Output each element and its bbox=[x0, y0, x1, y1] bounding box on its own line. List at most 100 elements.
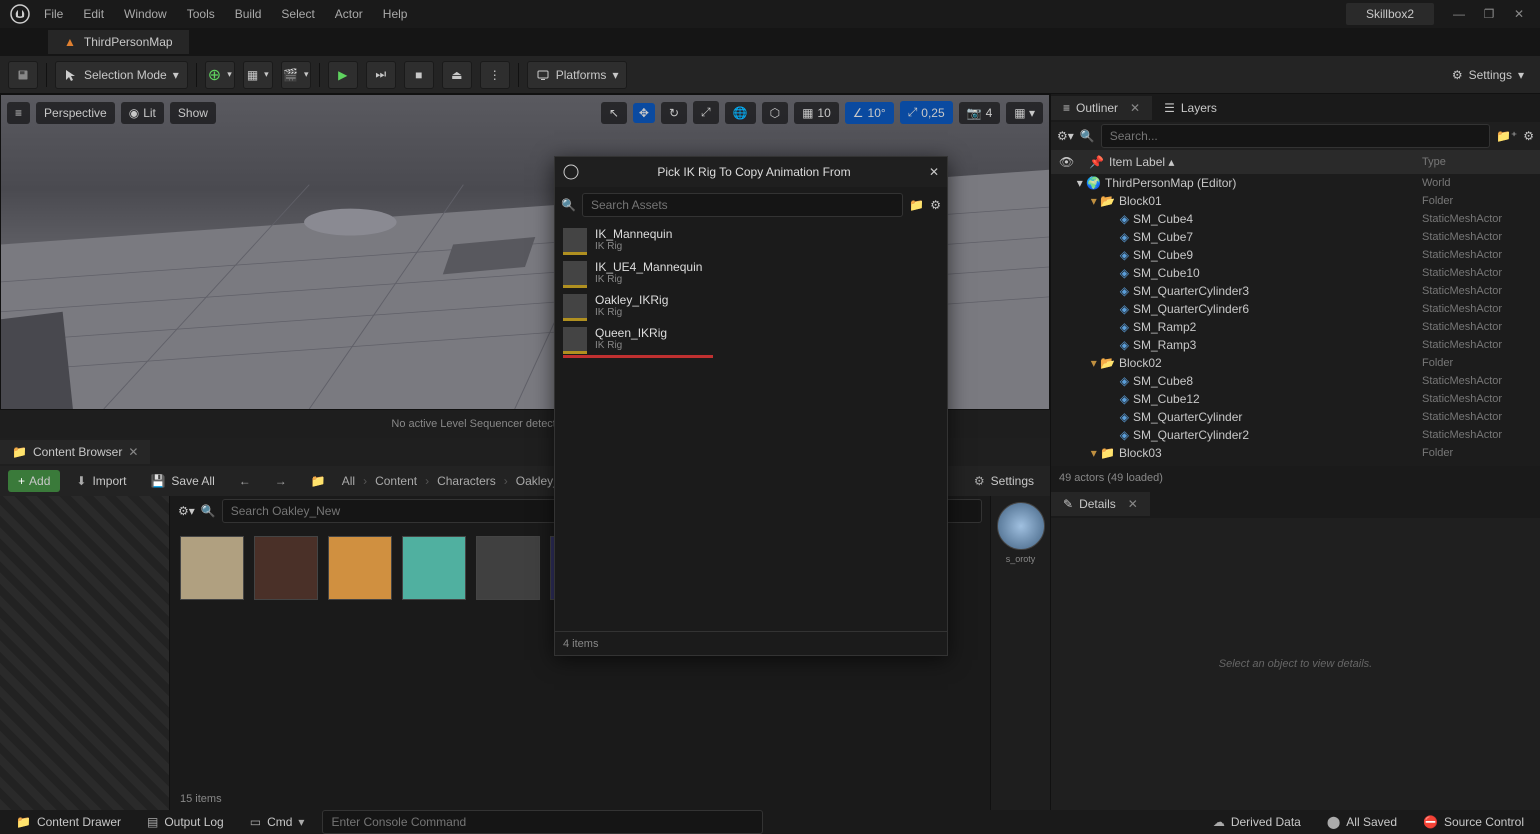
document-tab[interactable]: ▲ ThirdPersonMap bbox=[48, 30, 189, 54]
outliner-row[interactable]: ◈SM_Cube8StaticMeshActor bbox=[1051, 372, 1540, 390]
select-tool[interactable]: ↖ bbox=[601, 102, 627, 124]
menu-file[interactable]: File bbox=[34, 3, 73, 25]
sources-panel[interactable] bbox=[0, 496, 170, 810]
close-button[interactable]: ✕ bbox=[1504, 7, 1534, 21]
rig-list-item[interactable]: IK_MannequinIK Rig bbox=[555, 223, 947, 256]
angle-snap-button[interactable]: ∠ 10° bbox=[845, 102, 894, 124]
outliner-row[interactable]: ◈SM_Ramp3StaticMeshActor bbox=[1051, 336, 1540, 354]
viewport-lit-button[interactable]: ◉ Lit bbox=[121, 102, 164, 124]
unreal-logo[interactable] bbox=[6, 0, 34, 28]
path-all[interactable]: All bbox=[342, 474, 355, 488]
coord-space-button[interactable]: 🌐 bbox=[725, 102, 756, 124]
user-badge[interactable]: Skillbox2 bbox=[1346, 3, 1434, 25]
asset-tile[interactable] bbox=[180, 536, 244, 626]
rig-list-item[interactable]: Queen_IKRigIK Rig bbox=[555, 322, 947, 355]
platforms-button[interactable]: Platforms ▾ bbox=[527, 61, 628, 89]
cinematics-button[interactable]: 🎬▾ bbox=[281, 61, 311, 89]
scale-tool[interactable]: ⤢ bbox=[693, 101, 719, 124]
save-all-button[interactable]: 💾 Save All bbox=[142, 474, 222, 488]
filter-icon[interactable]: ⚙▾ bbox=[178, 504, 195, 518]
history-fwd-button[interactable]: → bbox=[267, 474, 295, 488]
console-input[interactable] bbox=[322, 810, 762, 834]
selection-mode-button[interactable]: Selection Mode ▾ bbox=[55, 61, 188, 89]
outliner-row[interactable]: ◈SM_QuarterCylinderStaticMeshActor bbox=[1051, 408, 1540, 426]
stop-button[interactable]: ■ bbox=[404, 61, 434, 89]
source-control-button[interactable]: ⛔ Source Control bbox=[1415, 815, 1532, 829]
layers-tab[interactable]: ☰ Layers bbox=[1152, 96, 1229, 120]
close-icon[interactable]: ✕ bbox=[1128, 497, 1138, 511]
outliner-row[interactable]: ◈SM_Cube7StaticMeshActor bbox=[1051, 228, 1540, 246]
outliner-row[interactable]: ▾ 🌍ThirdPersonMap (Editor)World bbox=[1051, 174, 1540, 192]
filter-icon[interactable]: ⚙▾ bbox=[1057, 129, 1074, 143]
scale-snap-button[interactable]: ⤢ 0,25 bbox=[900, 101, 953, 124]
step-button[interactable]: ⏭ bbox=[366, 61, 396, 89]
outliner-row[interactable]: ◈SM_Cube12StaticMeshActor bbox=[1051, 390, 1540, 408]
path-content[interactable]: Content bbox=[375, 474, 417, 488]
settings-button[interactable]: ⚙ Settings ▾ bbox=[1444, 61, 1532, 89]
grid-snap-button[interactable]: ▦ 10 bbox=[794, 102, 839, 124]
close-icon[interactable]: ✕ bbox=[1130, 101, 1140, 115]
outliner-row[interactable]: ▾ 📁Block03Folder bbox=[1051, 444, 1540, 462]
outliner-tab[interactable]: ≡ Outliner ✕ bbox=[1051, 96, 1152, 120]
content-browser-tab[interactable]: 📁 Content Browser ✕ bbox=[0, 440, 150, 464]
play-button[interactable]: ▶ bbox=[328, 61, 358, 89]
close-icon[interactable]: ✕ bbox=[929, 165, 939, 179]
move-tool[interactable]: ✥ bbox=[633, 103, 655, 123]
col-type[interactable]: Type bbox=[1422, 156, 1532, 168]
path-characters[interactable]: Characters bbox=[437, 474, 496, 488]
save-button[interactable] bbox=[8, 61, 38, 89]
outliner-row[interactable]: ◈SM_QuarterCylinder3StaticMeshActor bbox=[1051, 282, 1540, 300]
minimize-button[interactable]: — bbox=[1444, 7, 1474, 21]
dialog-search-input[interactable] bbox=[582, 193, 903, 217]
marketplace-button[interactable]: ▦▾ bbox=[243, 61, 273, 89]
close-icon[interactable]: ✕ bbox=[128, 445, 138, 459]
eject-button[interactable]: ⏏ bbox=[442, 61, 472, 89]
history-back-button[interactable]: ← bbox=[231, 474, 259, 488]
outliner-row[interactable]: ▾ 📂Block01Folder bbox=[1051, 192, 1540, 210]
outliner-row[interactable]: ◈SM_Cube4StaticMeshActor bbox=[1051, 210, 1540, 228]
menu-help[interactable]: Help bbox=[373, 3, 418, 25]
menu-actor[interactable]: Actor bbox=[325, 3, 373, 25]
all-saved-indicator[interactable]: ⬤ All Saved bbox=[1319, 815, 1405, 829]
outliner-row[interactable]: ◈SM_Cube9StaticMeshActor bbox=[1051, 246, 1540, 264]
asset-tile[interactable] bbox=[402, 536, 466, 626]
asset-tile[interactable] bbox=[476, 536, 540, 626]
folder-icon[interactable]: 📁 bbox=[909, 198, 924, 212]
viewport-layout-button[interactable]: ▦ ▾ bbox=[1006, 102, 1043, 124]
outliner-row[interactable]: ◈SM_QuarterCylinder2StaticMeshActor bbox=[1051, 426, 1540, 444]
rotate-tool[interactable]: ↻ bbox=[661, 102, 687, 124]
menu-select[interactable]: Select bbox=[271, 3, 324, 25]
add-button[interactable]: + Add bbox=[8, 470, 60, 492]
gear-icon[interactable]: ⚙ bbox=[930, 198, 941, 212]
cmd-button[interactable]: ▭ Cmd ▾ bbox=[242, 815, 313, 829]
outliner-row[interactable]: ◈SM_Ramp2StaticMeshActor bbox=[1051, 318, 1540, 336]
derived-data-button[interactable]: ☁ Derived Data bbox=[1205, 815, 1309, 829]
asset-tile[interactable] bbox=[328, 536, 392, 626]
col-item-label[interactable]: Item Label ▴ bbox=[1109, 155, 1422, 169]
outliner-list[interactable]: ▾ 🌍ThirdPersonMap (Editor)World▾ 📂Block0… bbox=[1051, 174, 1540, 466]
play-options-button[interactable]: ⋮ bbox=[480, 61, 510, 89]
outliner-row[interactable]: ◈SM_QuarterCylinder6StaticMeshActor bbox=[1051, 300, 1540, 318]
asset-tile[interactable] bbox=[254, 536, 318, 626]
details-tab[interactable]: ✎ Details ✕ bbox=[1051, 492, 1150, 516]
import-button[interactable]: ⬇ Import bbox=[68, 474, 134, 488]
menu-window[interactable]: Window bbox=[114, 3, 177, 25]
path-folder-icon[interactable]: 📁 bbox=[303, 474, 334, 488]
maximize-button[interactable]: ❐ bbox=[1474, 7, 1504, 21]
cb-settings-button[interactable]: ⚙ Settings bbox=[966, 474, 1042, 488]
outliner-row[interactable]: ◈SM_Cube10StaticMeshActor bbox=[1051, 264, 1540, 282]
camera-speed-button[interactable]: 📷 4 bbox=[959, 102, 1001, 124]
viewport-options-button[interactable]: ≡ bbox=[7, 102, 30, 124]
rig-list-item[interactable]: Oakley_IKRigIK Rig bbox=[555, 289, 947, 322]
add-content-button[interactable]: ⊕▾ bbox=[205, 61, 235, 89]
outliner-row[interactable]: ▾ 📂Block02Folder bbox=[1051, 354, 1540, 372]
gear-icon[interactable]: ⚙ bbox=[1523, 129, 1534, 143]
rig-list-item[interactable]: IK_UE4_MannequinIK Rig bbox=[555, 256, 947, 289]
viewport-perspective-button[interactable]: Perspective bbox=[36, 102, 115, 124]
outliner-search-input[interactable] bbox=[1101, 124, 1490, 148]
content-drawer-button[interactable]: 📁 Content Drawer bbox=[8, 815, 129, 829]
dialog-asset-list[interactable]: IK_MannequinIK RigIK_UE4_MannequinIK Rig… bbox=[555, 223, 947, 631]
menu-tools[interactable]: Tools bbox=[177, 3, 225, 25]
menu-build[interactable]: Build bbox=[225, 3, 272, 25]
viewport-show-button[interactable]: Show bbox=[170, 102, 216, 124]
